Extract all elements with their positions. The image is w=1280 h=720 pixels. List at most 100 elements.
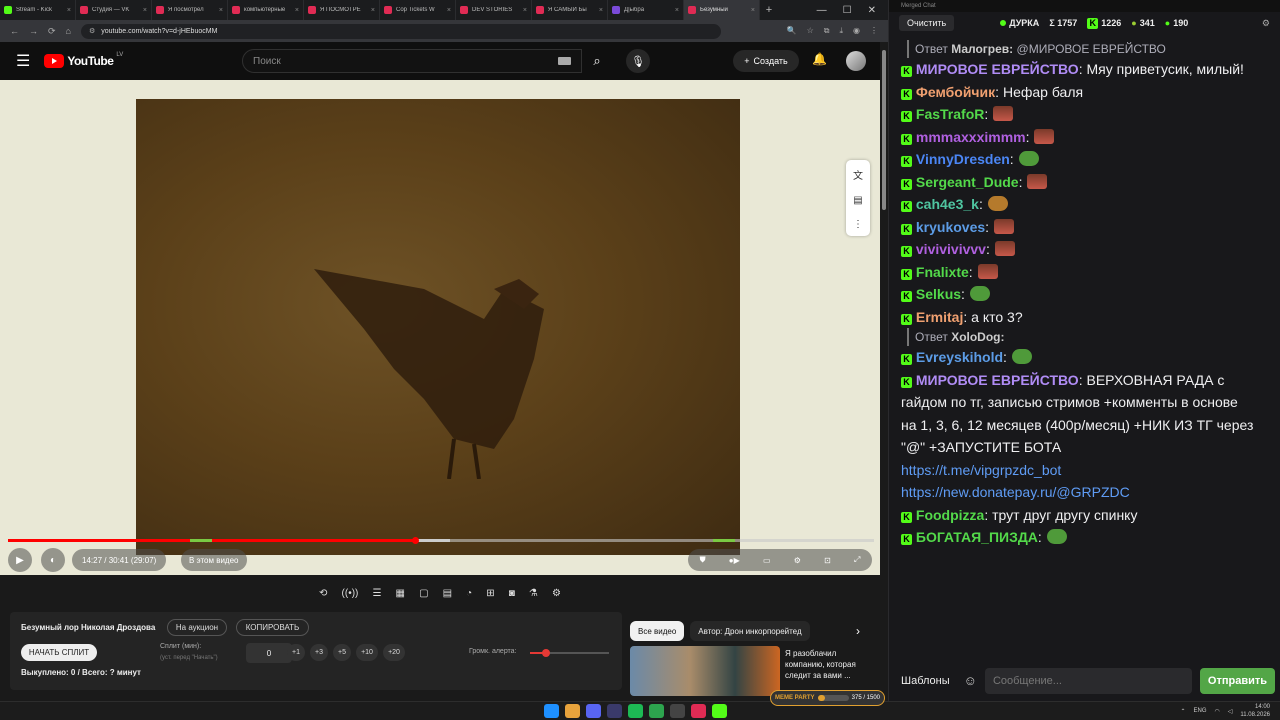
tab-close-icon[interactable]: × [599,7,603,14]
home-icon[interactable]: ⌂ [66,26,71,36]
clock[interactable]: 14:00 11.08.2026 [1240,703,1270,719]
browser-tab[interactable]: Безумный × [684,0,760,20]
loop-icon[interactable]: ⟲ [319,588,327,599]
message-input[interactable]: Сообщение... [984,667,1192,694]
chat-username[interactable]: Foodpizza [916,507,984,523]
chat-username[interactable]: МИРОВОЕ ЕВРЕЙСТВО [916,61,1079,77]
camera-icon[interactable]: ◙ [509,588,515,599]
volume-button[interactable]: ◐ [41,548,65,572]
reload-icon[interactable]: ⟳ [48,26,56,37]
reply-user[interactable]: Малогрев: [951,42,1013,56]
progress-knob[interactable] [412,537,420,544]
chat-username[interactable]: Ermitaj [916,309,963,325]
auction-button[interactable]: На аукцион [167,619,227,636]
tab-close-icon[interactable]: × [67,7,71,14]
minimize-icon[interactable]: — [817,5,827,16]
templates-button[interactable]: Шаблоны [895,675,956,687]
gear-icon[interactable]: ⚙ [552,588,561,599]
tab-close-icon[interactable]: × [751,7,755,14]
hamburger-menu-icon[interactable]: ☰ [16,51,30,71]
keyboard-icon[interactable] [558,57,571,65]
subtitles-button-icon[interactable]: ▭ [763,556,771,565]
crop-icon[interactable]: ▢ [419,588,428,599]
new-tab-icon[interactable]: + [760,4,778,16]
chat-username[interactable]: mmmaxxximmm [916,129,1026,145]
tab-close-icon[interactable]: × [143,7,147,14]
video-thumbnail[interactable] [630,646,780,696]
browser-tab[interactable]: компьютерные × [228,0,304,20]
chat-username[interactable]: vivivivivvv [916,241,986,257]
split-add-button[interactable]: +3 [310,644,328,661]
url-field[interactable]: ⚙ youtube.com/watch?v=d-jHEbuocMM [80,23,721,39]
alert-volume-slider[interactable] [530,649,609,657]
chat-username[interactable]: kryukoves [916,219,985,235]
voice-search-button[interactable]: 🎙 [626,49,650,73]
sponsor-shield-icon[interactable]: ⛊ [700,555,706,565]
chevron-right-icon[interactable]: › [856,624,860,638]
discord-icon[interactable] [586,704,601,718]
split-add-button[interactable]: +5 [333,644,351,661]
add-frame-icon[interactable]: ⊞ [486,588,494,599]
browser-tab[interactable]: Д|ыбра × [608,0,684,20]
split-add-button[interactable]: +20 [383,644,405,661]
chapter-button[interactable]: В этом видео [181,549,247,571]
chrome-icon[interactable] [565,704,580,718]
miniplayer-icon[interactable]: ⊡ [824,556,831,565]
clear-button[interactable]: Очистить [899,15,955,31]
chat-username[interactable]: cah4e3_k [916,196,979,212]
fullscreen-icon[interactable]: ⤢ [854,555,860,565]
chat-link[interactable]: https://t.me/vipgrpzdc_bot [901,462,1061,478]
tab-close-icon[interactable]: × [447,7,451,14]
split-add-button[interactable]: +10 [356,644,378,661]
app-icon[interactable] [670,704,685,718]
clapper-icon[interactable]: ▦ [396,588,405,599]
tab-close-icon[interactable]: × [371,7,375,14]
zoom-icon[interactable]: 🔍 [787,26,797,36]
menu-icon[interactable]: ⋮ [870,26,878,36]
recommended-video[interactable]: Я разоблачил компанию, которая следит за… [630,646,880,696]
browser-tab[interactable]: Я ПОСМОТРЕ × [304,0,380,20]
youtube-logo[interactable]: YouTube LV [44,52,123,68]
close-icon[interactable]: ✕ [868,5,876,16]
chat-username[interactable]: Sergeant_Dude [916,174,1019,190]
extensions-icon[interactable]: ⧉ [824,26,830,36]
flask-icon[interactable]: ⚗ [529,588,538,599]
tab-close-icon[interactable]: × [523,7,527,14]
autoplay-toggle[interactable]: ●▶ [729,556,740,565]
app-icon[interactable] [691,704,706,718]
chat-link[interactable]: https://new.donatepay.ru/@GRPZDC [901,484,1130,500]
create-button[interactable]: + Создать [733,50,799,72]
windows-start-icon[interactable] [544,704,559,718]
steam-icon[interactable] [607,704,622,718]
site-info-icon[interactable]: ⚙ [89,27,95,35]
broadcast-icon[interactable]: ((•)) [342,588,359,599]
scrollbar-thumb[interactable] [882,50,886,210]
send-button[interactable]: Отправить [1199,667,1275,694]
settings-gear-icon[interactable]: ⚙ [1262,18,1270,29]
tab-close-icon[interactable]: × [295,7,299,14]
layers-icon[interactable]: ▤ [443,588,452,599]
split-minutes-input[interactable]: 0 [246,643,292,663]
search-input[interactable]: Поиск [242,49,582,73]
spotify-icon[interactable] [628,704,643,718]
split-add-button[interactable]: +1 [287,644,305,661]
tab-close-icon[interactable]: × [675,7,679,14]
chat-username[interactable]: FasTrafoR [916,106,984,122]
copy-button[interactable]: КОПИРОВАТЬ [236,619,309,636]
chip-all-videos[interactable]: Все видео [630,621,685,641]
browser-tab[interactable]: Студия — VK × [76,0,152,20]
chat-username[interactable]: Selkus [916,286,961,302]
play-button[interactable]: ▶ [8,548,32,572]
tab-close-icon[interactable]: × [219,7,223,14]
translate-icon[interactable]: 文 [853,167,863,182]
browser-tab[interactable]: Я посмотрел × [152,0,228,20]
start-split-button[interactable]: НАЧАТЬ СПЛИТ [21,644,97,661]
browser-tab[interactable]: Я САМЫЙ Бы × [532,0,608,20]
settings-gear-icon[interactable]: ⚙ [794,556,801,565]
browser-tab[interactable]: Cop Tickets W × [380,0,456,20]
forward-icon[interactable]: → [29,26,38,36]
progress-bar[interactable] [8,537,874,544]
notifications-bell-icon[interactable]: 🔔 [812,52,827,66]
video-frame[interactable] [136,99,740,555]
playlist-icon[interactable]: ☰ [372,588,381,599]
